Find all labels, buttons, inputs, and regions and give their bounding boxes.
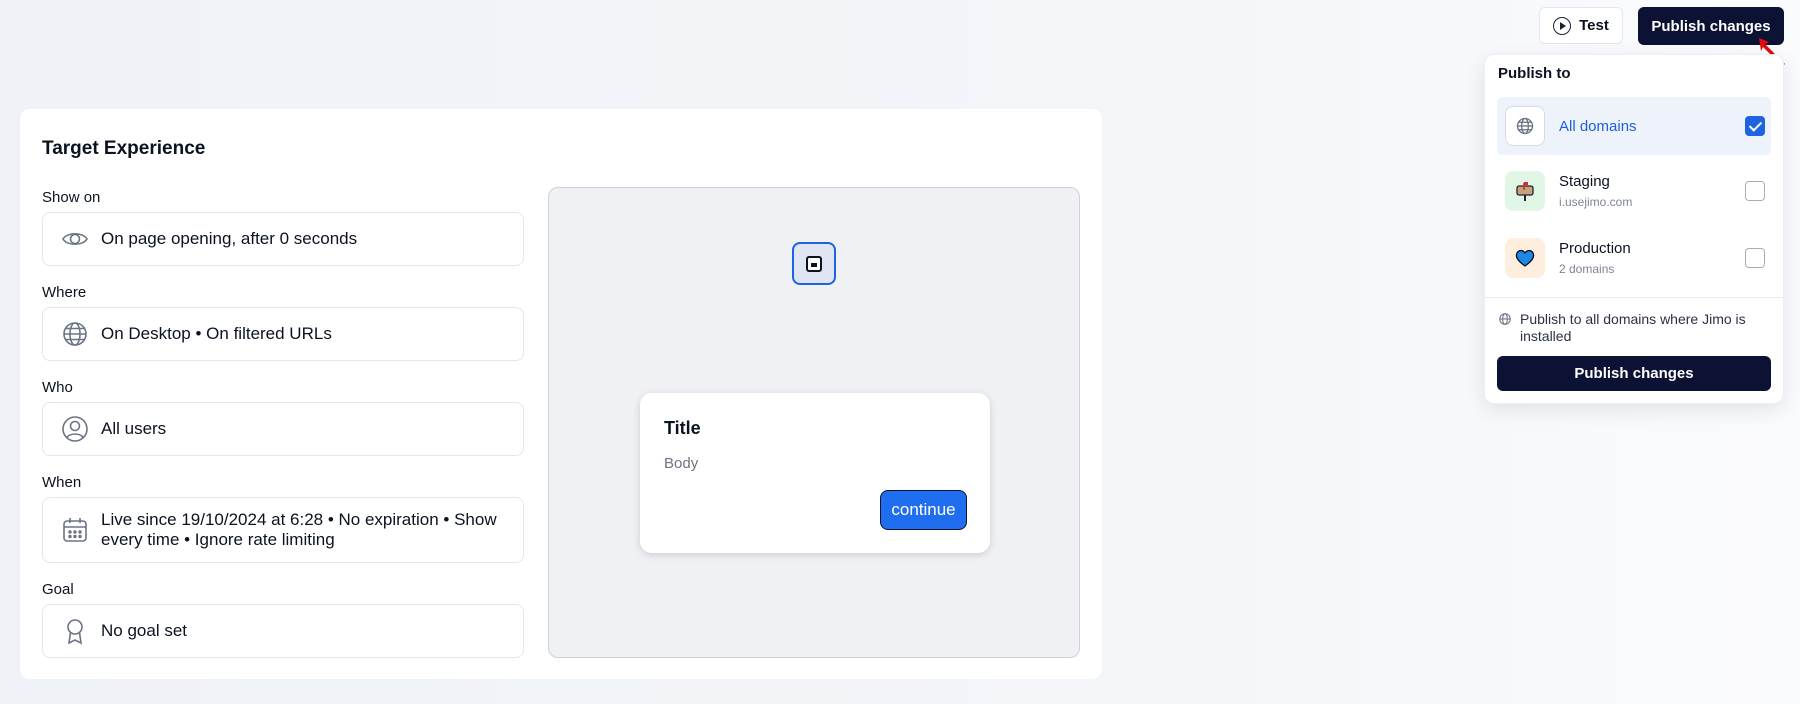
publish-dropdown: Publish to All domains Staging i.usejimo… [1484,54,1784,404]
tooltip-continue-label: continue [891,500,956,519]
eye-icon [62,232,88,246]
play-icon [1553,16,1572,35]
option-name: Staging [1559,173,1610,190]
checkbox-staging[interactable] [1745,181,1765,201]
dropdown-title: Publish to [1498,65,1571,82]
card-title: Target Experience [42,138,206,159]
option-staging[interactable]: Staging i.usejimo.com [1497,162,1771,220]
when-field[interactable]: Live since 19/10/2024 at 6:28 • No expir… [42,497,524,563]
preview-panel: Title Body continue [548,187,1080,658]
publish-note: Publish to all domains where Jimo is ins… [1498,311,1772,345]
field-label-show-on: Show on [42,189,101,206]
checkbox-all-domains[interactable] [1745,116,1765,136]
option-name: Production [1559,240,1631,257]
globe-icon [1499,313,1511,325]
option-name: All domains [1559,117,1637,135]
target-experience-card: Target Experience Show on On page openin… [20,109,1102,679]
user-circle-icon [62,416,88,442]
field-label-who: Who [42,379,73,396]
where-field[interactable]: On Desktop • On filtered URLs [42,307,524,361]
field-label-when: When [42,474,82,491]
show-on-value: On page opening, after 0 seconds [101,229,358,248]
dropdown-publish-button[interactable]: Publish changes [1497,356,1771,391]
goal-value: No goal set [101,621,187,640]
heart-icon [1505,238,1545,278]
checkbox-production[interactable] [1745,248,1765,268]
test-button[interactable]: Test [1539,7,1623,44]
field-label-goal: Goal [42,581,74,598]
option-subtitle: i.usejimo.com [1559,195,1633,209]
show-on-field[interactable]: On page opening, after 0 seconds [42,212,524,266]
globe-icon [63,322,87,346]
who-value: All users [101,419,167,438]
goal-field[interactable]: No goal set [42,604,524,658]
dropdown-publish-label: Publish changes [1574,365,1694,382]
tooltip-title: Title [664,418,701,438]
who-field[interactable]: All users [42,402,524,456]
test-button-label: Test [1579,17,1609,34]
globe-icon [1505,106,1545,146]
tooltip-body: Body [664,455,699,472]
mailbox-icon [1505,171,1545,211]
publish-note-text: Publish to all domains where Jimo is ins… [1520,311,1746,344]
award-icon [67,619,83,645]
beacon-icon [806,255,822,272]
where-value: On Desktop • On filtered URLs [101,324,332,343]
when-value: Live since 19/10/2024 at 6:28 • No expir… [101,510,497,549]
option-production[interactable]: Production 2 domains [1497,229,1771,287]
calendar-icon [63,518,87,542]
publish-changes-label: Publish changes [1651,17,1771,35]
tooltip-preview: Title Body continue [640,393,990,553]
option-all-domains[interactable]: All domains [1497,97,1771,155]
hotspot-beacon[interactable] [792,242,836,285]
field-label-where: Where [42,284,87,301]
divider [1485,297,1783,298]
option-subtitle: 2 domains [1559,262,1615,276]
tooltip-continue-button[interactable]: continue [880,490,967,530]
